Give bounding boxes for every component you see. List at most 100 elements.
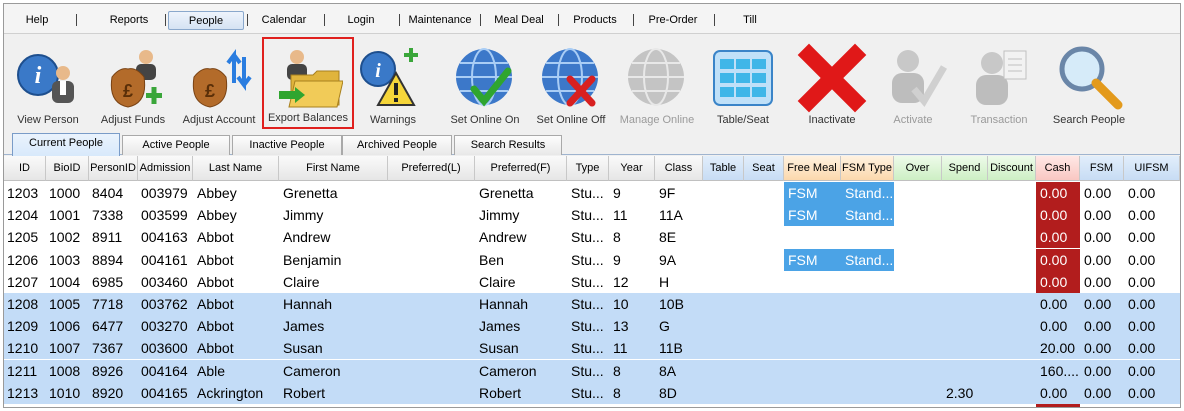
adjust-funds-button[interactable]: £ Adjust Funds [92, 37, 174, 129]
tab-search-results[interactable]: Search Results [454, 135, 562, 155]
cell-class: 8D [659, 384, 677, 401]
table-row[interactable]: 1213 1010 8920 004165 Ackrington Robert Robert… [4, 381, 1180, 404]
cell-discount [988, 226, 1036, 248]
column-header-class[interactable]: Class [655, 156, 703, 181]
column-header-fsm-type[interactable]: FSM Type [841, 156, 894, 181]
cell-personid: 7367 [92, 340, 124, 357]
cell-preferred-l [388, 293, 475, 315]
column-header-id[interactable]: ID [4, 156, 46, 181]
column-header-preferred-l[interactable]: Preferred(L) [388, 156, 475, 181]
transaction-button: Transaction [956, 37, 1042, 129]
column-header-free-meal[interactable]: Free Meal [784, 156, 841, 181]
column-header-cash[interactable]: Cash [1036, 156, 1080, 181]
column-header-discount[interactable]: Discount [988, 156, 1036, 181]
cell-seat [744, 337, 784, 359]
column-header-first-name[interactable]: First Name [279, 156, 388, 181]
cell-fsm-type: Stand... [841, 248, 894, 271]
cell-class: 11A [659, 207, 683, 224]
column-header-over[interactable]: Over [894, 156, 942, 181]
cell-preferred-f: Robert [479, 384, 522, 401]
cell-table [703, 204, 744, 226]
cell-preferred-f: Ben [479, 251, 504, 268]
menu-login[interactable]: Login [330, 11, 392, 30]
cell-admission: 003599 [141, 207, 188, 224]
cell-personid: 8911 [92, 229, 123, 246]
cell-over [894, 249, 942, 271]
search-people-button[interactable]: Search People [1046, 37, 1132, 129]
table-row[interactable]: 1208 1005 7718 003762 Abbot Hannah Hannah Stu..… [4, 293, 1180, 315]
column-header-year[interactable]: Year [609, 156, 655, 181]
menu-calendar[interactable]: Calendar [250, 11, 318, 30]
cell-admission: 003979 [141, 185, 188, 201]
column-header-fsm[interactable]: FSM [1080, 156, 1124, 181]
toolbar-button-label: Set Online Off [536, 114, 606, 126]
table-row[interactable]: 1204 1001 7338 003599 Abbey Jimmy Jimmy Stu... 1… [4, 204, 1180, 227]
tab-inactive-people[interactable]: Inactive People [232, 135, 342, 155]
warnings-icon: i [358, 43, 428, 113]
set-online-off-button[interactable]: Set Online Off [530, 37, 612, 129]
cell-free-meal [784, 337, 841, 359]
cell-first-name: Grenetta [283, 185, 338, 201]
svg-text:i: i [375, 60, 381, 82]
column-header-table[interactable]: Table [703, 156, 744, 181]
cell-preferred-f: Cameron [479, 362, 537, 379]
column-header-last-name[interactable]: Last Name [193, 156, 279, 181]
column-header-bioid[interactable]: BioID [46, 156, 89, 181]
cell-uifsm: 0.00 [1128, 273, 1156, 290]
warnings-button[interactable]: i Warnings [356, 37, 430, 129]
view-person-button[interactable]: i View Person [8, 37, 88, 129]
cell-fsm-type [841, 360, 894, 382]
table-seat-button[interactable]: Table/Seat [702, 37, 784, 129]
column-header-preferred-f[interactable]: Preferred(F) [475, 156, 567, 181]
column-header-type[interactable]: Type [567, 156, 609, 181]
column-header-uifsm[interactable]: UIFSM [1124, 156, 1180, 181]
table-row[interactable]: 1209 1006 6477 003270 Abbot James James Stu... 1… [4, 315, 1180, 338]
cell-personid: 6985 [92, 273, 124, 290]
toolbar-button-label: Adjust Funds [100, 114, 166, 126]
cell-discount [988, 271, 1036, 293]
column-header-seat[interactable]: Seat [744, 156, 784, 181]
cell-fsm-type [841, 271, 894, 293]
table-row[interactable]: 1207 1004 6985 003460 Abbot Claire Claire Stu..… [4, 270, 1180, 293]
cell-spend [942, 204, 988, 226]
menu-pre-order[interactable]: Pre-Order [640, 11, 706, 30]
inactivate-button[interactable]: Inactivate [786, 37, 878, 129]
tab-active-people[interactable]: Active People [122, 135, 230, 155]
cell-admission: 004161 [141, 251, 188, 268]
table-row[interactable]: 1205 1002 8911 004163 Abbot Andrew Andrew Stu..… [4, 226, 1180, 249]
cell-fsm: 0.00 [1084, 185, 1112, 201]
toolbar-button-label: Inactivate [808, 114, 856, 126]
cell-last-name: Abbot [197, 340, 234, 357]
cell-fsm-type [841, 337, 894, 359]
tab-archived-people[interactable]: Archived People [342, 135, 452, 155]
cell-type: Stu... [571, 251, 604, 268]
column-header-personid[interactable]: PersonID [89, 156, 138, 181]
menu-till[interactable]: Till [722, 11, 778, 30]
menu-separator [324, 14, 325, 26]
menu-maintenance[interactable]: Maintenance [406, 11, 474, 30]
cell-type: Stu... [571, 229, 604, 246]
export-balances-button[interactable]: Export Balances [262, 37, 354, 129]
cell-fsm-type: Stand... [841, 182, 894, 204]
menu-meal-deal[interactable]: Meal Deal [486, 11, 552, 30]
column-header-spend[interactable]: Spend [942, 156, 988, 181]
menu-reports[interactable]: Reports [96, 11, 162, 30]
table-row[interactable]: 1203 1000 8404 003979 Abbey Grenetta Grenetta S… [4, 182, 1180, 204]
table-seat-icon [708, 43, 778, 113]
cell-year: 9 [613, 251, 621, 268]
cell-first-name: Claire [283, 273, 320, 290]
tab-current-people[interactable]: Current People [12, 133, 120, 156]
menu-products[interactable]: Products [564, 11, 626, 30]
set-online-on-icon [450, 43, 520, 113]
column-header-admission[interactable]: Admission [138, 156, 193, 181]
table-row[interactable]: 1206 1003 8894 004161 Abbot Benjamin Ben Stu...… [4, 248, 1180, 271]
cell-discount [988, 360, 1036, 382]
table-row[interactable]: 1210 1007 7367 003600 Abbot Susan Susan Stu... 1… [4, 337, 1180, 360]
set-online-on-button[interactable]: Set Online On [442, 37, 528, 129]
menu-help[interactable]: Help [18, 11, 56, 30]
table-row[interactable]: 1211 1008 8926 004164 Able Cameron Cameron Stu.… [4, 359, 1180, 382]
menu-people[interactable]: People [168, 11, 244, 30]
cell-spend [942, 226, 988, 248]
cell-id: 1205 [7, 229, 39, 246]
adjust-account-button[interactable]: £ Adjust Account [176, 37, 262, 129]
